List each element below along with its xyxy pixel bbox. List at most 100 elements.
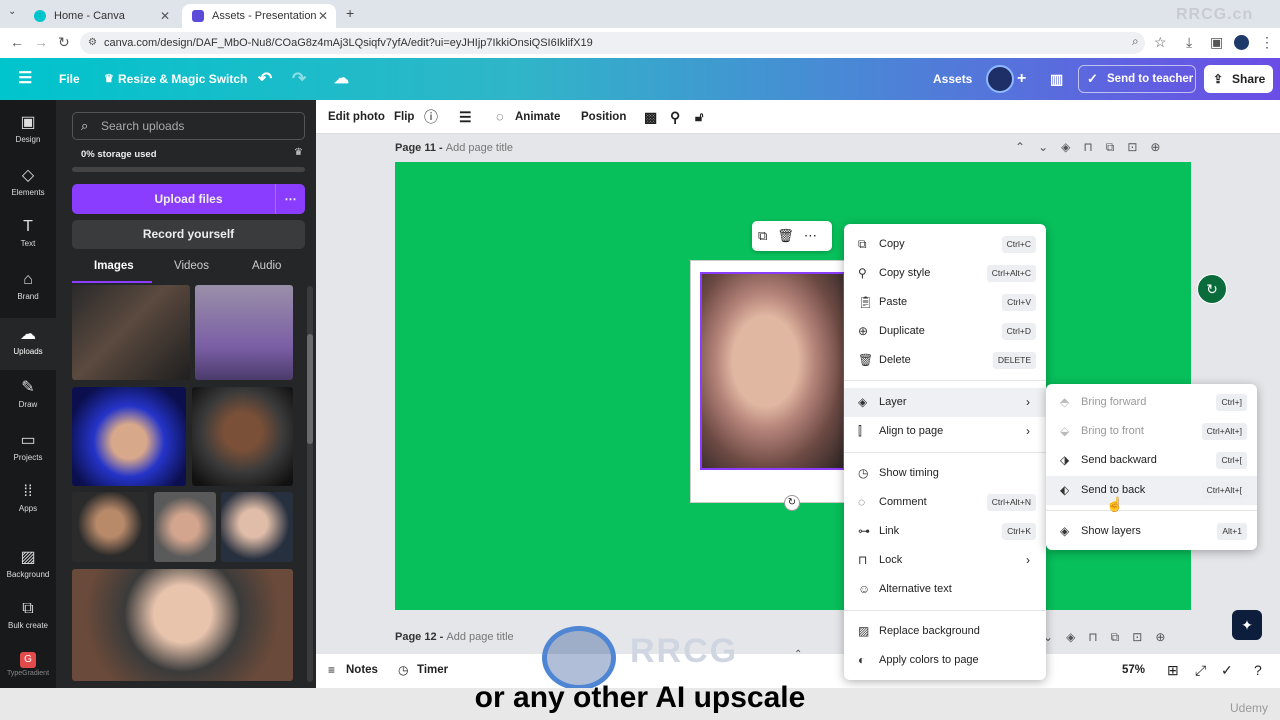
cloud-saved-icon[interactable]: ☁: [334, 58, 349, 100]
reload-icon[interactable]: ↻: [58, 34, 70, 51]
duplicate-icon[interactable]: ⧉: [758, 228, 777, 243]
add-page-title[interactable]: Add page title: [446, 142, 513, 154]
magic-assistant-icon[interactable]: ✦: [1232, 610, 1262, 640]
upload-thumbnail[interactable]: [154, 492, 216, 562]
menu-item-layer[interactable]: ◈ Layer ›: [844, 388, 1046, 417]
sidebar-item-apps[interactable]: ⁞⁞ Apps: [0, 477, 56, 529]
upload-thumbnail[interactable]: [72, 387, 186, 486]
menu-item-link[interactable]: ⊶ Link Ctrl+K: [844, 517, 1046, 546]
upload-thumbnail[interactable]: [72, 492, 148, 562]
help-icon[interactable]: ?: [1254, 662, 1262, 678]
sidebar-item-brand[interactable]: ⌂ Brand: [0, 265, 56, 317]
menu-item-lock[interactable]: ⊓ Lock ›: [844, 546, 1046, 575]
user-avatar[interactable]: [986, 65, 1014, 93]
notes-button[interactable]: Notes: [346, 664, 378, 676]
menu-item-paste[interactable]: 📋︎ Paste Ctrl+V: [844, 288, 1046, 317]
duplicate-page-icon[interactable]: ⧉: [1111, 630, 1133, 644]
more-icon[interactable]: ⋯: [804, 228, 827, 243]
sidebar-item-bulk-create[interactable]: ⧉ Bulk create: [0, 594, 56, 646]
menu-item-copy[interactable]: ⧉ Copy Ctrl+C: [844, 230, 1046, 259]
close-tab-icon[interactable]: ✕: [318, 4, 328, 28]
delete-page-icon[interactable]: ⊡: [1132, 630, 1155, 644]
lock-page-icon[interactable]: ⊓: [1083, 140, 1105, 154]
paint-format-icon[interactable]: ⚲: [670, 100, 680, 134]
bookmark-star-icon[interactable]: ☆: [1154, 34, 1167, 51]
menu-item-comment[interactable]: ◌ Comment Ctrl+Alt+N: [844, 488, 1046, 517]
menu-item-send-to-back[interactable]: ⬖ Send to back Ctrl+Alt+[: [1046, 476, 1257, 505]
menu-item-bring-forward[interactable]: ⬘ Bring forward Ctrl+]: [1046, 388, 1257, 417]
menu-item-duplicate[interactable]: ⊕ Duplicate Ctrl+D: [844, 317, 1046, 346]
info-icon[interactable]: ⓘ: [424, 100, 438, 134]
add-collaborator-icon[interactable]: +: [1017, 58, 1026, 100]
sidebar-item-elements[interactable]: ◇ Elements: [0, 159, 56, 211]
menu-item-replace-background[interactable]: ▨ Replace background: [844, 617, 1046, 646]
send-to-teacher-button[interactable]: ✓ Send to teacher: [1078, 65, 1196, 93]
forward-icon[interactable]: →: [34, 34, 48, 50]
site-info-icon[interactable]: ⚙: [88, 32, 97, 54]
add-page-title[interactable]: Add page title: [446, 631, 513, 643]
download-icon[interactable]: ⤓: [1186, 34, 1192, 51]
redo-icon[interactable]: ↷: [292, 58, 306, 100]
page-up-icon[interactable]: ⌃: [1015, 140, 1038, 154]
browser-menu-icon[interactable]: ⋮: [1260, 34, 1274, 51]
new-tab-icon[interactable]: +: [346, 5, 354, 21]
menu-item-align-to-page[interactable]: ⫿ Align to page ›: [844, 417, 1046, 446]
delete-page-icon[interactable]: ⊡: [1127, 140, 1150, 154]
record-yourself-button[interactable]: Record yourself: [72, 220, 305, 249]
border-style-icon[interactable]: ☰: [459, 100, 472, 134]
share-button[interactable]: ⇪ Share: [1204, 65, 1273, 93]
rotate-handle-icon[interactable]: ↻: [784, 495, 800, 511]
transparency-icon[interactable]: ▩: [644, 100, 657, 134]
lock-page-icon[interactable]: ⊓: [1088, 630, 1110, 644]
sidebar-item-background[interactable]: ▨ Background: [0, 541, 56, 593]
menu-item-show-layers[interactable]: ◈ Show layers Alt+1: [1046, 517, 1257, 546]
scrollbar-thumb[interactable]: [307, 334, 313, 444]
upload-thumbnail[interactable]: [72, 569, 293, 681]
panel-scrollbar[interactable]: [307, 286, 313, 682]
trash-icon[interactable]: 🗑︎: [777, 228, 804, 243]
resize-magic-switch-button[interactable]: Resize & Magic Switch: [118, 58, 247, 100]
zoom-icon[interactable]: ⌕: [1132, 34, 1139, 49]
add-page-icon[interactable]: ⊕: [1155, 630, 1178, 644]
url-field[interactable]: ⚙ canva.com/design/DAF_MbO-Nu8/COaG8z4mA…: [80, 32, 1145, 54]
profile-avatar[interactable]: [1234, 35, 1249, 50]
position-button[interactable]: Position: [581, 100, 626, 134]
tab-audio[interactable]: Audio: [252, 260, 281, 272]
edit-photo-button[interactable]: Edit photo: [328, 100, 385, 134]
lock-icon[interactable]: 🔓︎: [695, 100, 703, 134]
more-options-icon[interactable]: ⋯: [275, 184, 305, 214]
grid-view-icon[interactable]: ⊞: [1167, 662, 1179, 679]
back-icon[interactable]: ←: [10, 34, 24, 50]
upload-thumbnail[interactable]: [192, 387, 293, 486]
tab-images[interactable]: Images: [94, 260, 134, 272]
add-page-icon[interactable]: ⊕: [1150, 140, 1173, 154]
menu-item-alternative-text[interactable]: ☺ Alternative text: [844, 575, 1046, 604]
hide-page-icon[interactable]: ◈: [1061, 140, 1083, 154]
sidebar-item-draw[interactable]: ✎ Draw: [0, 371, 56, 423]
flip-button[interactable]: Flip: [394, 100, 414, 134]
undo-icon[interactable]: ↶: [258, 58, 272, 100]
tab-videos[interactable]: Videos: [174, 260, 209, 272]
expand-pages-icon[interactable]: ⌃: [794, 649, 802, 660]
file-menu[interactable]: File: [59, 58, 80, 100]
page-down-icon[interactable]: ⌄: [1038, 140, 1061, 154]
menu-item-delete[interactable]: 🗑︎ Delete DELETE: [844, 346, 1046, 375]
animate-button[interactable]: Animate: [515, 100, 560, 134]
search-input[interactable]: ⌕ Search uploads: [72, 112, 305, 140]
menu-item-copy-style[interactable]: ⚲ Copy style Ctrl+Alt+C: [844, 259, 1046, 288]
sidebar-item-uploads[interactable]: ☁ Uploads: [0, 318, 56, 370]
hamburger-menu-icon[interactable]: ☰: [18, 58, 32, 100]
tab-list-chevron-icon[interactable]: ⌄: [8, 6, 16, 17]
sidebar-icon[interactable]: ▣: [1210, 34, 1223, 51]
fullscreen-icon[interactable]: ⤢: [1195, 662, 1206, 679]
sidebar-item-projects[interactable]: ▭ Projects: [0, 424, 56, 476]
assets-button[interactable]: Assets: [933, 58, 972, 100]
browser-tab-home[interactable]: Home - Canva ✕: [24, 4, 178, 28]
duplicate-page-icon[interactable]: ⧉: [1106, 140, 1128, 154]
upload-files-button[interactable]: Upload files ⋯: [72, 184, 305, 214]
browser-tab-assets[interactable]: Assets - Presentation ✕: [182, 4, 336, 28]
sidebar-item-design[interactable]: ▣ Design: [0, 106, 56, 158]
insights-chart-icon[interactable]: ▥: [1050, 58, 1063, 100]
zoom-level[interactable]: 57%: [1122, 664, 1145, 676]
refresh-icon[interactable]: ↻: [1197, 274, 1227, 304]
